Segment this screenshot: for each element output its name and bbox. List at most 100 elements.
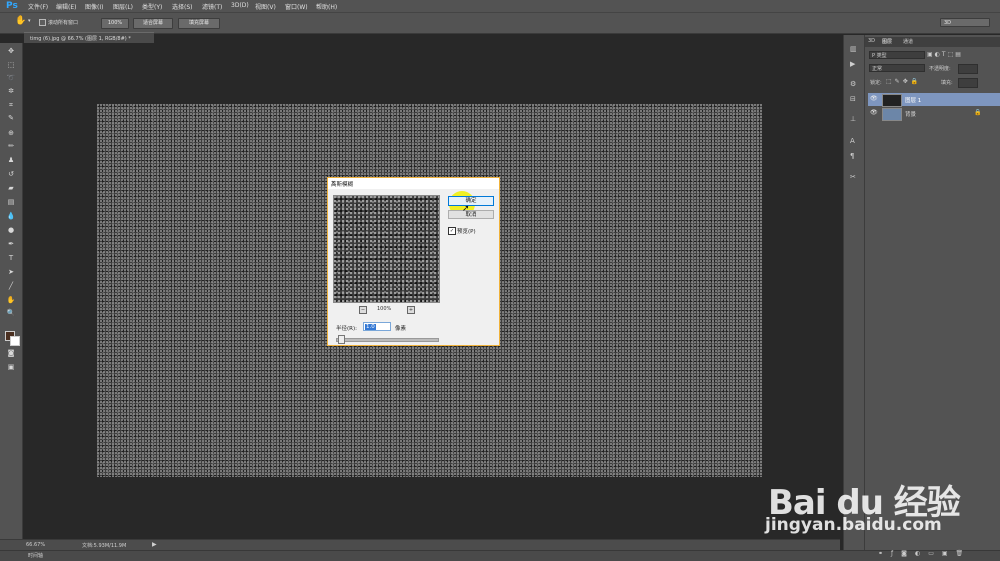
timeline-tab[interactable]: 时间轴 xyxy=(28,552,43,559)
tool-presets-icon[interactable]: ✂ xyxy=(850,173,856,181)
type-tool-icon[interactable]: T xyxy=(6,254,16,262)
workspace-select[interactable]: 3D xyxy=(940,18,990,27)
quick-mask-icon[interactable]: ◙ xyxy=(6,349,16,357)
document-tab-title: timg (6).jpg @ 66.7% (图层 1, RGB/8#) * xyxy=(30,36,131,42)
menu-window[interactable]: 窗口(W) xyxy=(285,2,308,11)
opacity-label: 不透明度: xyxy=(929,66,951,72)
menu-filter[interactable]: 滤镜(T) xyxy=(202,2,222,11)
brush-tool-icon[interactable]: ✏ xyxy=(6,142,16,150)
layer-filter-select[interactable]: P 类型 xyxy=(869,51,925,59)
menu-select[interactable]: 选择(S) xyxy=(172,2,193,11)
move-tool-icon[interactable]: ✥ xyxy=(6,47,16,55)
lock-icons[interactable]: ⬚✎✥🔒 xyxy=(886,78,921,85)
tool-preset-chevron-icon[interactable]: ▾ xyxy=(28,18,31,24)
eraser-tool-icon[interactable]: ▰ xyxy=(6,184,16,192)
fill-label: 填充: xyxy=(941,80,953,86)
history-panel-icon[interactable]: ▥ xyxy=(850,45,857,53)
line-tool-icon[interactable]: ╱ xyxy=(6,282,16,290)
magic-wand-tool-icon[interactable]: ✲ xyxy=(6,87,16,95)
layers-panel-tabs: 3D 图层 通道 xyxy=(865,37,1000,47)
screen-mode-icon[interactable]: ▣ xyxy=(6,363,16,371)
status-doc-size: 文档:5.93M/11.9M xyxy=(82,543,127,549)
menu-type[interactable]: 类型(Y) xyxy=(142,2,162,11)
status-zoom[interactable]: 66.67% xyxy=(26,542,45,548)
zoom-out-button[interactable]: − xyxy=(359,306,367,314)
radius-slider-thumb[interactable] xyxy=(338,335,345,344)
lock-icon: 🔒 xyxy=(974,109,982,116)
background-color-swatch[interactable] xyxy=(10,336,20,346)
scroll-all-label: 滚动所有窗口 xyxy=(48,20,79,26)
radius-input[interactable]: 1.0 xyxy=(363,322,391,331)
watermark-site: jingyan.baidu.com xyxy=(765,515,942,535)
radius-label: 半径(R): xyxy=(336,326,357,332)
fit-screen-button[interactable]: 适合屏幕 xyxy=(133,18,173,29)
menu-image[interactable]: 图像(I) xyxy=(85,2,103,11)
close-icon[interactable]: × xyxy=(331,180,495,186)
photoshop-logo: Ps xyxy=(6,1,18,11)
lock-label: 锁定: xyxy=(870,80,882,86)
fill-screen-button[interactable]: 填充屏幕 xyxy=(178,18,220,29)
actions-panel-icon[interactable]: ▶ xyxy=(850,60,855,68)
gaussian-blur-dialog: 高斯模糊 × − 100% + 确定 取消 ➚ ✓ 预览(P) 半径(R): 1… xyxy=(327,177,500,346)
eyedropper-tool-icon[interactable]: ✎ xyxy=(6,114,16,122)
radius-unit: 像素 xyxy=(395,326,407,332)
cancel-button[interactable]: 取消 xyxy=(448,210,494,219)
path-selection-tool-icon[interactable]: ➤ xyxy=(6,268,16,276)
layer-row[interactable]: 👁 图层 1 xyxy=(868,93,1000,107)
layer-name[interactable]: 图层 1 xyxy=(905,96,921,104)
fill-field[interactable] xyxy=(958,78,978,88)
blend-mode-select[interactable]: 正常 xyxy=(869,64,925,72)
scroll-all-checkbox[interactable] xyxy=(39,19,46,26)
timeline-bar: 时间轴 xyxy=(0,550,1000,561)
gradient-tool-icon[interactable]: ▤ xyxy=(6,198,16,206)
hand-tool-icon[interactable]: ✋ xyxy=(6,296,16,304)
hand-tool-icon[interactable]: ✋ xyxy=(15,16,26,26)
menu-bar: Ps 文件(F) 编辑(E) 图像(I) 图层(L) 类型(Y) 选择(S) 滤… xyxy=(0,0,1000,12)
lasso-tool-icon[interactable]: ➰ xyxy=(6,74,16,82)
pen-tool-icon[interactable]: ✒ xyxy=(6,240,16,248)
menu-3d[interactable]: 3D(D) xyxy=(231,2,249,9)
mouse-cursor-icon: ➚ xyxy=(462,204,470,214)
layer-row[interactable]: 👁 背景 🔒 xyxy=(868,107,1000,121)
paragraph-panel-icon[interactable]: ¶ xyxy=(850,152,854,160)
zoom-in-button[interactable]: + xyxy=(407,306,415,314)
adjustments-panel-icon[interactable]: ⊟ xyxy=(850,95,856,103)
visibility-eye-icon[interactable]: 👁 xyxy=(870,109,878,116)
character-panel-icon[interactable]: A xyxy=(850,137,855,145)
blur-tool-icon[interactable]: 💧 xyxy=(6,212,16,220)
filter-preview[interactable] xyxy=(333,195,440,303)
layer-thumbnail xyxy=(882,94,902,107)
history-brush-tool-icon[interactable]: ↺ xyxy=(6,170,16,178)
layer-thumbnail xyxy=(882,108,902,121)
preview-checkbox[interactable]: ✓ xyxy=(448,227,456,235)
menu-edit[interactable]: 编辑(E) xyxy=(56,2,76,11)
properties-panel-icon[interactable]: ⚙ xyxy=(850,80,856,88)
zoom-tool-icon[interactable]: 🔍 xyxy=(6,309,16,317)
layer-footer-icons[interactable]: ⚭ƒ◙◐▭▣🗑 xyxy=(878,550,971,557)
options-bar: ✋ ▾ 滚动所有窗口 100% 适合屏幕 填充屏幕 3D xyxy=(0,12,1000,34)
info-panel-icon[interactable]: ⊥ xyxy=(850,115,856,123)
ok-button[interactable]: 确定 xyxy=(448,196,494,206)
menu-file[interactable]: 文件(F) xyxy=(28,2,48,11)
opacity-field[interactable] xyxy=(958,64,978,74)
menu-layer[interactable]: 图层(L) xyxy=(113,2,133,11)
healing-brush-tool-icon[interactable]: ⊕ xyxy=(6,129,16,137)
tab-layers[interactable]: 图层 xyxy=(882,38,892,45)
clone-stamp-tool-icon[interactable]: ♟ xyxy=(6,156,16,164)
layer-name[interactable]: 背景 xyxy=(905,110,916,118)
tab-channels[interactable]: 通道 xyxy=(903,38,913,45)
crop-tool-icon[interactable]: ⌗ xyxy=(6,101,16,109)
menu-help[interactable]: 帮助(H) xyxy=(316,2,337,11)
dodge-tool-icon[interactable]: ● xyxy=(6,226,16,234)
dialog-titlebar[interactable]: 高斯模糊 × xyxy=(328,178,499,189)
tools-panel: ✥ ⬚ ➰ ✲ ⌗ ✎ ⊕ ✏ ♟ ↺ ▰ ▤ 💧 ● ✒ T ➤ ╱ ✋ 🔍 … xyxy=(0,43,23,543)
layer-filter-icons[interactable]: ▣◐T⬚▤ xyxy=(927,51,963,58)
menu-view[interactable]: 视图(V) xyxy=(255,2,276,11)
radius-value: 1.0 xyxy=(365,324,376,330)
marquee-tool-icon[interactable]: ⬚ xyxy=(6,61,16,69)
radius-slider-track[interactable] xyxy=(336,338,439,342)
tab-3d[interactable]: 3D xyxy=(868,38,875,44)
status-menu-arrow-icon[interactable]: ▶ xyxy=(152,541,157,548)
visibility-eye-icon[interactable]: 👁 xyxy=(870,95,878,102)
zoom-100-button[interactable]: 100% xyxy=(101,18,129,29)
